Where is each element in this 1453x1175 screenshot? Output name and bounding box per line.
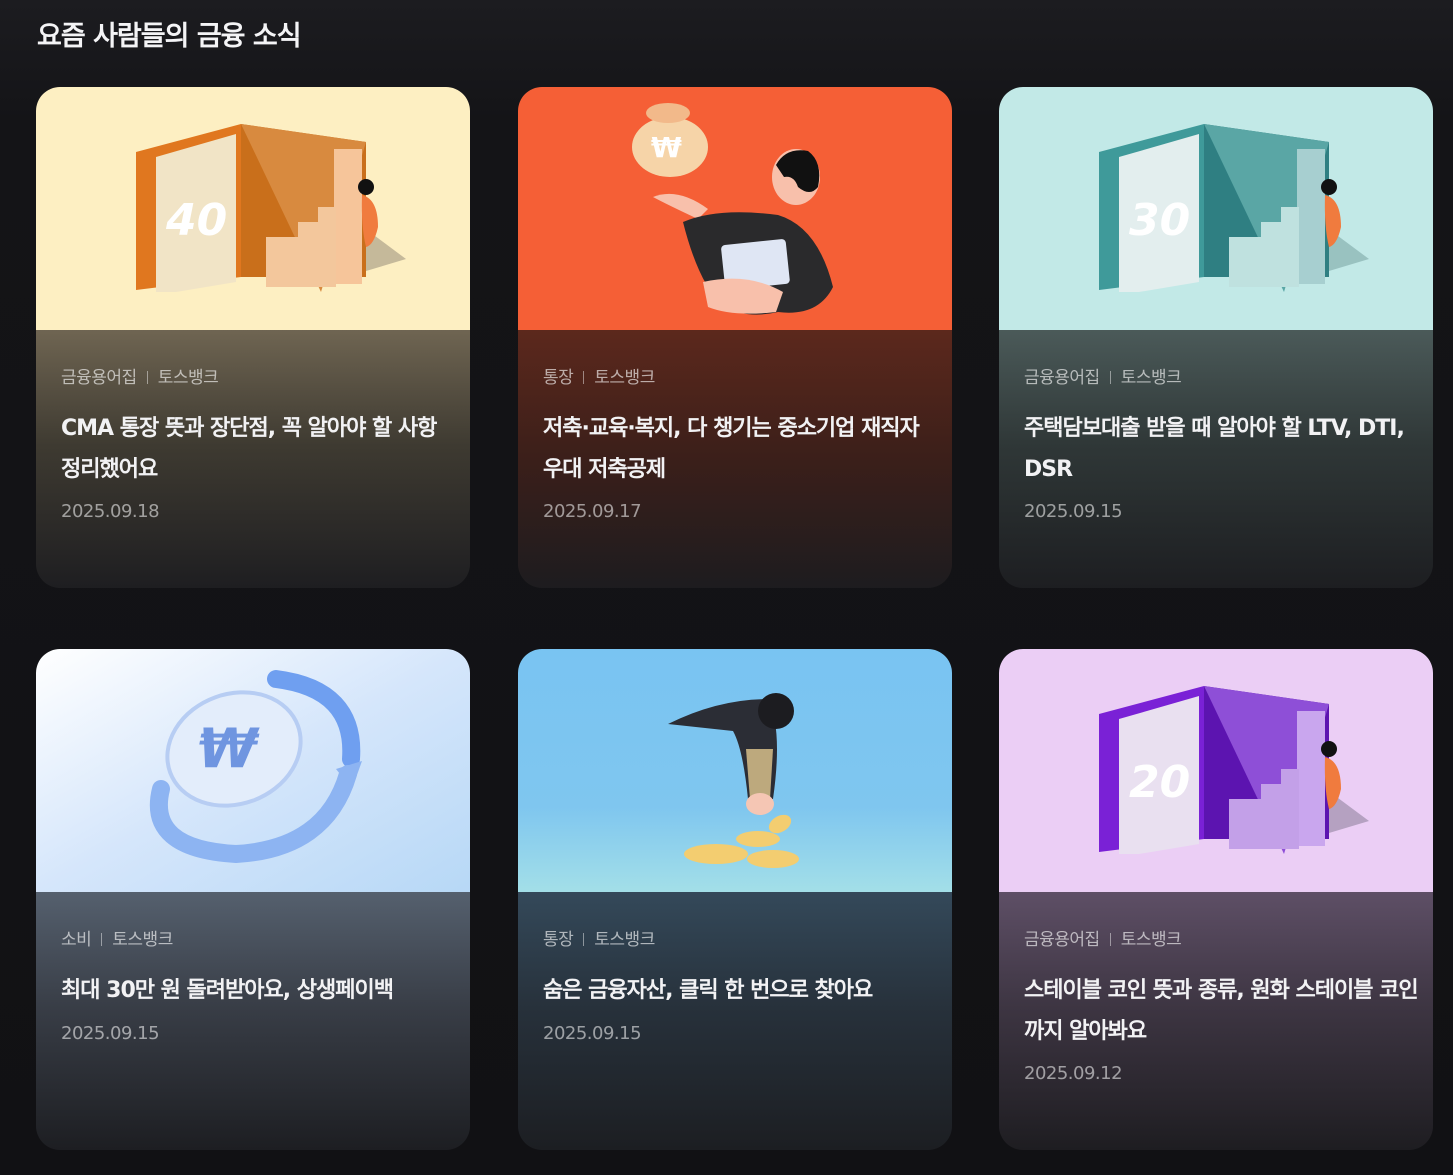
- card-body: 통장 토스뱅크 저축·교육·복지, 다 챙기는 중소기업 재직자 우대 저축공제 …: [518, 330, 952, 588]
- divider: [583, 371, 585, 384]
- card-thumbnail: 20: [999, 649, 1433, 892]
- card-category: 금융용어집: [61, 368, 137, 388]
- divider: [1109, 933, 1111, 946]
- card-date: 2025.09.15: [1024, 501, 1123, 522]
- book-stairs-illustration: 20: [999, 649, 1433, 892]
- book-stairs-illustration: 30: [999, 87, 1433, 330]
- card-body: 소비 토스뱅크 최대 30만 원 돌려받아요, 상생페이백 2025.09.15: [36, 892, 470, 1150]
- card-source: 토스뱅크: [1120, 368, 1182, 388]
- card-meta: 통장 토스뱅크: [543, 363, 655, 388]
- card-thumbnail: 30: [999, 87, 1433, 330]
- card-category: 통장: [543, 368, 574, 388]
- card-category: 금융용어집: [1024, 930, 1100, 950]
- svg-text:₩: ₩: [198, 717, 260, 780]
- card-meta: 금융용어집 토스뱅크: [1024, 925, 1182, 950]
- card-date: 2025.09.15: [543, 1023, 642, 1044]
- card-body: 통장 토스뱅크 숨은 금융자산, 클릭 한 번으로 찾아요 2025.09.15: [518, 892, 952, 1150]
- article-card[interactable]: 40 금융용어집 토스뱅크 CMA 통장 뜻과 장단점, 꼭 알아야 할 사항 정…: [36, 87, 470, 588]
- card-thumbnail: ₩: [36, 649, 470, 892]
- card-body: 금융용어집 토스뱅크 주택담보대출 받을 때 알아야 할 LTV, DTI, DS…: [999, 330, 1433, 588]
- person-picking-coins-illustration: [518, 649, 952, 892]
- card-source: 토스뱅크: [594, 930, 655, 950]
- card-source: 토스뱅크: [112, 930, 173, 950]
- card-category: 소비: [61, 930, 92, 950]
- section-title: 요즘 사람들의 금융 소식: [37, 21, 302, 52]
- page: 요즘 사람들의 금융 소식 40 금융용어집 토스뱅크 CMA 통장 뜻과 장단…: [0, 0, 1453, 1175]
- card-category: 통장: [543, 930, 574, 950]
- card-meta: 통장 토스뱅크: [543, 925, 655, 950]
- card-source: 토스뱅크: [157, 368, 219, 388]
- card-date: 2025.09.18: [61, 501, 160, 522]
- card-body: 금융용어집 토스뱅크 스테이블 코인 뜻과 종류, 원화 스테이블 코인까지 알아…: [999, 892, 1433, 1150]
- card-date: 2025.09.17: [543, 501, 642, 522]
- card-title[interactable]: 주택담보대출 받을 때 알아야 할 LTV, DTI, DSR: [1024, 408, 1419, 490]
- badge-number: 40: [165, 195, 227, 246]
- divider: [146, 371, 148, 384]
- card-meta: 금융용어집 토스뱅크: [1024, 363, 1182, 388]
- card-thumbnail: ₩: [518, 87, 952, 330]
- card-thumbnail: [518, 649, 952, 892]
- article-card[interactable]: 통장 토스뱅크 숨은 금융자산, 클릭 한 번으로 찾아요 2025.09.15: [518, 649, 952, 1150]
- card-title[interactable]: 저축·교육·복지, 다 챙기는 중소기업 재직자 우대 저축공제: [543, 408, 938, 490]
- divider: [1109, 371, 1111, 384]
- card-date: 2025.09.15: [61, 1023, 160, 1044]
- article-card[interactable]: 20 금융용어집 토스뱅크 스테이블 코인 뜻과 종류, 원화 스테이블 코인까지…: [999, 649, 1433, 1150]
- article-card[interactable]: 30 금융용어집 토스뱅크 주택담보대출 받을 때 알아야 할 LTV, DTI,…: [999, 87, 1433, 588]
- article-card[interactable]: ₩ 통장 토스뱅크 저축·교육·복지, 다 챙기는 중소기업 재직자 우대 저축공…: [518, 87, 952, 588]
- badge-number: 20: [1129, 757, 1190, 808]
- card-body: 금융용어집 토스뱅크 CMA 통장 뜻과 장단점, 꼭 알아야 할 사항 정리했어…: [36, 330, 470, 588]
- card-meta: 금융용어집 토스뱅크: [61, 363, 219, 388]
- card-category: 금융용어집: [1024, 368, 1100, 388]
- article-card[interactable]: ₩ 소비 토스뱅크 최대 30만 원 돌려받아요, 상생페이백 2025.09.1…: [36, 649, 470, 1150]
- card-thumbnail: 40: [36, 87, 470, 330]
- svg-text:₩: ₩: [651, 131, 682, 164]
- card-title[interactable]: 숨은 금융자산, 클릭 한 번으로 찾아요: [543, 970, 938, 1011]
- person-money-bag-illustration: ₩: [518, 87, 952, 330]
- divider: [583, 933, 585, 946]
- card-date: 2025.09.12: [1024, 1063, 1123, 1084]
- card-title[interactable]: 스테이블 코인 뜻과 종류, 원화 스테이블 코인까지 알아봐요: [1024, 970, 1419, 1052]
- badge-number: 30: [1129, 195, 1190, 246]
- card-title[interactable]: 최대 30만 원 돌려받아요, 상생페이백: [61, 970, 456, 1011]
- card-title[interactable]: CMA 통장 뜻과 장단점, 꼭 알아야 할 사항 정리했어요: [61, 408, 456, 490]
- card-source: 토스뱅크: [1120, 930, 1182, 950]
- book-stairs-illustration: 40: [36, 87, 470, 330]
- card-meta: 소비 토스뱅크: [61, 925, 173, 950]
- divider: [101, 933, 103, 946]
- won-coin-cycle-illustration: ₩: [36, 649, 470, 892]
- card-source: 토스뱅크: [594, 368, 655, 388]
